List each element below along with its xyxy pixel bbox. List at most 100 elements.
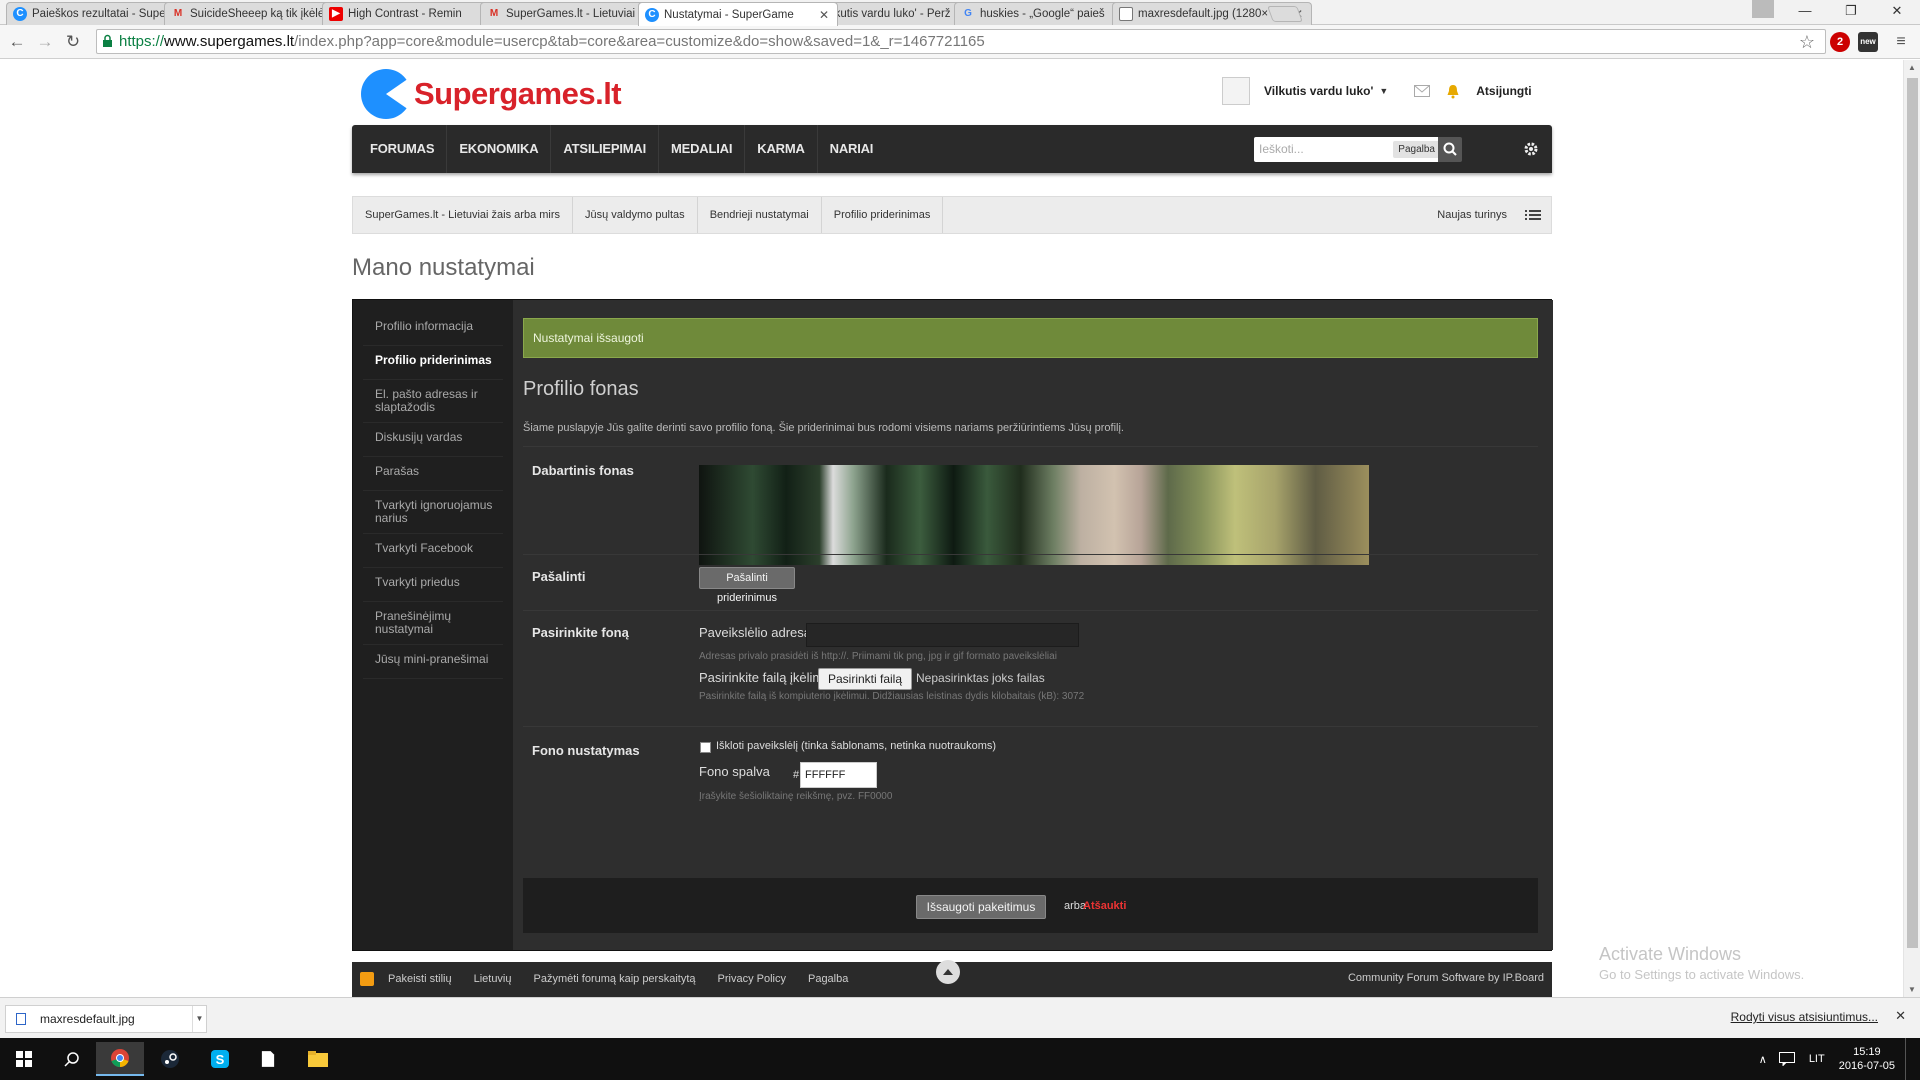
search-icon[interactable]	[48, 1042, 96, 1076]
nav-item-ekonomika[interactable]: EKONOMIKA	[447, 125, 552, 173]
list-icon[interactable]	[1525, 209, 1541, 221]
sidebar-item-profile-info[interactable]: Profilio informacija	[363, 312, 503, 346]
notifications-bell-icon[interactable]	[1446, 84, 1460, 99]
url-scheme: https://	[119, 33, 165, 50]
forward-icon[interactable]: →	[34, 32, 56, 52]
current-background-label: Dabartinis fonas	[532, 463, 634, 478]
youtube-favicon-icon: ▶	[329, 7, 343, 21]
breadcrumb-item[interactable]: Profilio priderinimas	[822, 197, 944, 233]
browser-menu-icon[interactable]: ≡	[1890, 32, 1912, 52]
windows-start-icon[interactable]	[0, 1042, 48, 1076]
new-content-link[interactable]: Naujas turinys	[1437, 197, 1507, 233]
nav-item-nariai[interactable]: NARIAI	[818, 125, 886, 173]
sidebar-item-signature[interactable]: Parašas	[363, 457, 503, 491]
form-actions: Išsaugoti pakeitimus arba Atšaukti	[523, 878, 1538, 933]
reload-icon[interactable]: ↻	[62, 32, 84, 52]
nav-item-forumas[interactable]: FORUMAS	[358, 125, 448, 173]
sidebar-item-attachments[interactable]: Tvarkyti priedus	[363, 568, 503, 602]
choose-file-button[interactable]: Pasirinkti failą	[818, 668, 912, 690]
footer-link-help[interactable]: Pagalba	[808, 973, 848, 985]
upload-label: Pasirinkite failą įkėlimui	[699, 670, 834, 685]
sidebar-item-ignored-users[interactable]: Tvarkyti ignoruojamus narius	[363, 491, 503, 534]
opera-extension-icon[interactable]: 2	[1830, 32, 1850, 52]
logout-link[interactable]: Atsijungti	[1476, 84, 1531, 98]
search-button[interactable]	[1438, 137, 1462, 162]
site-footer: Pakeisti stilių Lietuvių Pažymėti forumą…	[352, 960, 1552, 997]
breadcrumb-item[interactable]: Jūsų valdymo pultas	[573, 197, 698, 233]
keyboard-language[interactable]: LIT	[1809, 1053, 1825, 1065]
site-logo[interactable]: Supergames.lt	[360, 66, 622, 122]
nav-item-atsiliepimai[interactable]: ATSILIEPIMAI	[551, 125, 660, 173]
sidebar-item-notifications[interactable]: Pranešinėjimų nustatymai	[363, 602, 503, 645]
sidebar-item-facebook[interactable]: Tvarkyti Facebook	[363, 534, 503, 568]
rss-icon[interactable]	[360, 972, 374, 986]
footer-links: Pakeisti stilių Lietuvių Pažymėti forumą…	[360, 972, 870, 986]
chevron-up-icon[interactable]: ∧	[1759, 1053, 1767, 1066]
mail-checker-extension-icon[interactable]: new	[1858, 32, 1878, 52]
nav-item-medaliai[interactable]: MEDALIAI	[659, 125, 746, 173]
footer-link-language[interactable]: Lietuvių	[474, 973, 512, 985]
document-icon[interactable]	[244, 1042, 292, 1076]
back-icon[interactable]: ←	[6, 32, 28, 52]
file-explorer-icon[interactable]	[294, 1042, 342, 1076]
breadcrumb-item[interactable]: Bendrieji nustatymai	[698, 197, 822, 233]
restore-icon[interactable]: ❐	[1828, 0, 1874, 22]
tile-image-checkbox[interactable]	[700, 742, 711, 753]
page-scrollbar[interactable]: ▲ ▼	[1903, 60, 1920, 997]
footer-credit[interactable]: Community Forum Software by IP.Board	[1348, 972, 1544, 984]
new-tab-button[interactable]	[1267, 6, 1303, 22]
current-background-row: Dabartinis fonas	[523, 446, 1538, 565]
logo-text: Supergames.lt	[414, 76, 622, 111]
chevron-down-icon[interactable]: ▼	[192, 1006, 206, 1032]
show-all-downloads-link[interactable]: Rodyti visus atsisiuntimus...	[1731, 1010, 1878, 1024]
remove-customization-button[interactable]: Pašalinti priderinimus	[699, 567, 795, 604]
bookmark-star-icon[interactable]: ☆	[1796, 32, 1818, 52]
search-input[interactable]: Ieškoti... Pagalba	[1254, 137, 1444, 162]
background-settings-row: Fono nustatymas Išklotі paveikslėlį (tin…	[523, 726, 1538, 818]
cancel-link[interactable]: Atšaukti	[1083, 900, 1126, 912]
scrollbar-thumb[interactable]	[1907, 78, 1918, 948]
nav-item-karma[interactable]: KARMA	[745, 125, 818, 173]
skype-icon[interactable]: S	[196, 1042, 244, 1076]
sidebar-item-status-updates[interactable]: Jūsų mini-pranešimai	[363, 645, 503, 679]
breadcrumb-item[interactable]: SuperGames.lt - Lietuviai žais arba mirs	[353, 197, 574, 233]
scroll-down-icon[interactable]: ▼	[1908, 985, 1916, 994]
sidebar-item-email-password[interactable]: El. pašto adresas ir slaptažodis	[363, 380, 503, 423]
sidebar-item-display-name[interactable]: Diskusijų vardas	[363, 423, 503, 457]
image-file-icon	[16, 1013, 26, 1025]
footer-link-change-style[interactable]: Pakeisti stilių	[388, 973, 452, 985]
footer-link-privacy[interactable]: Privacy Policy	[718, 973, 786, 985]
background-color-input[interactable]: FFFFFF	[800, 762, 877, 788]
back-to-top-button[interactable]	[936, 960, 960, 984]
close-tab-icon[interactable]: ✕	[819, 8, 831, 22]
gmail-favicon-icon: M	[173, 8, 183, 19]
clock[interactable]: 15:19 2016-07-05	[1839, 1045, 1895, 1073]
save-changes-button[interactable]: Išsaugoti pakeitimus	[916, 895, 1046, 919]
close-icon[interactable]: ✕	[1895, 1008, 1906, 1024]
chrome-icon[interactable]	[96, 1042, 144, 1076]
browser-profile-icon[interactable]	[1752, 0, 1774, 18]
steam-icon[interactable]	[146, 1042, 194, 1076]
username-link[interactable]: Vilkutis vardu luko'	[1264, 84, 1373, 98]
image-url-input[interactable]	[806, 623, 1079, 647]
address-bar[interactable]: https://www.supergames.lt/index.php?app=…	[96, 29, 1826, 54]
browser-tab-active[interactable]: C Nustatymai - SuperGame ✕	[638, 2, 838, 26]
avatar[interactable]	[1222, 77, 1250, 105]
messages-envelope-icon[interactable]	[1414, 85, 1431, 97]
close-window-icon[interactable]: ✕	[1874, 0, 1920, 22]
choose-background-row: Pasirinkite foną Paveikslėlio adresas Ad…	[523, 610, 1538, 726]
gmail-favicon-icon: M	[489, 8, 499, 19]
main-navigation: FORUMAS EKONOMIKA ATSILIEPIMAI MEDALIAI …	[352, 125, 1552, 173]
scroll-up-icon[interactable]: ▲	[1908, 63, 1916, 72]
chevron-down-icon[interactable]: ▼	[1379, 86, 1388, 96]
action-center-icon[interactable]	[1778, 1052, 1795, 1066]
search-help-button[interactable]: Pagalba	[1393, 141, 1440, 158]
download-item[interactable]: maxresdefault.jpg ▼	[5, 1005, 207, 1033]
show-desktop-button[interactable]	[1905, 1038, 1910, 1080]
sidebar-item-profile-customization[interactable]: Profilio priderinimas	[363, 346, 503, 380]
gear-icon[interactable]	[1522, 140, 1540, 158]
footer-link-mark-read[interactable]: Pažymėti forumą kaip perskaitytą	[534, 973, 696, 985]
minimize-icon[interactable]: —	[1782, 0, 1828, 22]
remove-label: Pašalinti	[532, 569, 586, 584]
lock-icon	[103, 34, 112, 47]
